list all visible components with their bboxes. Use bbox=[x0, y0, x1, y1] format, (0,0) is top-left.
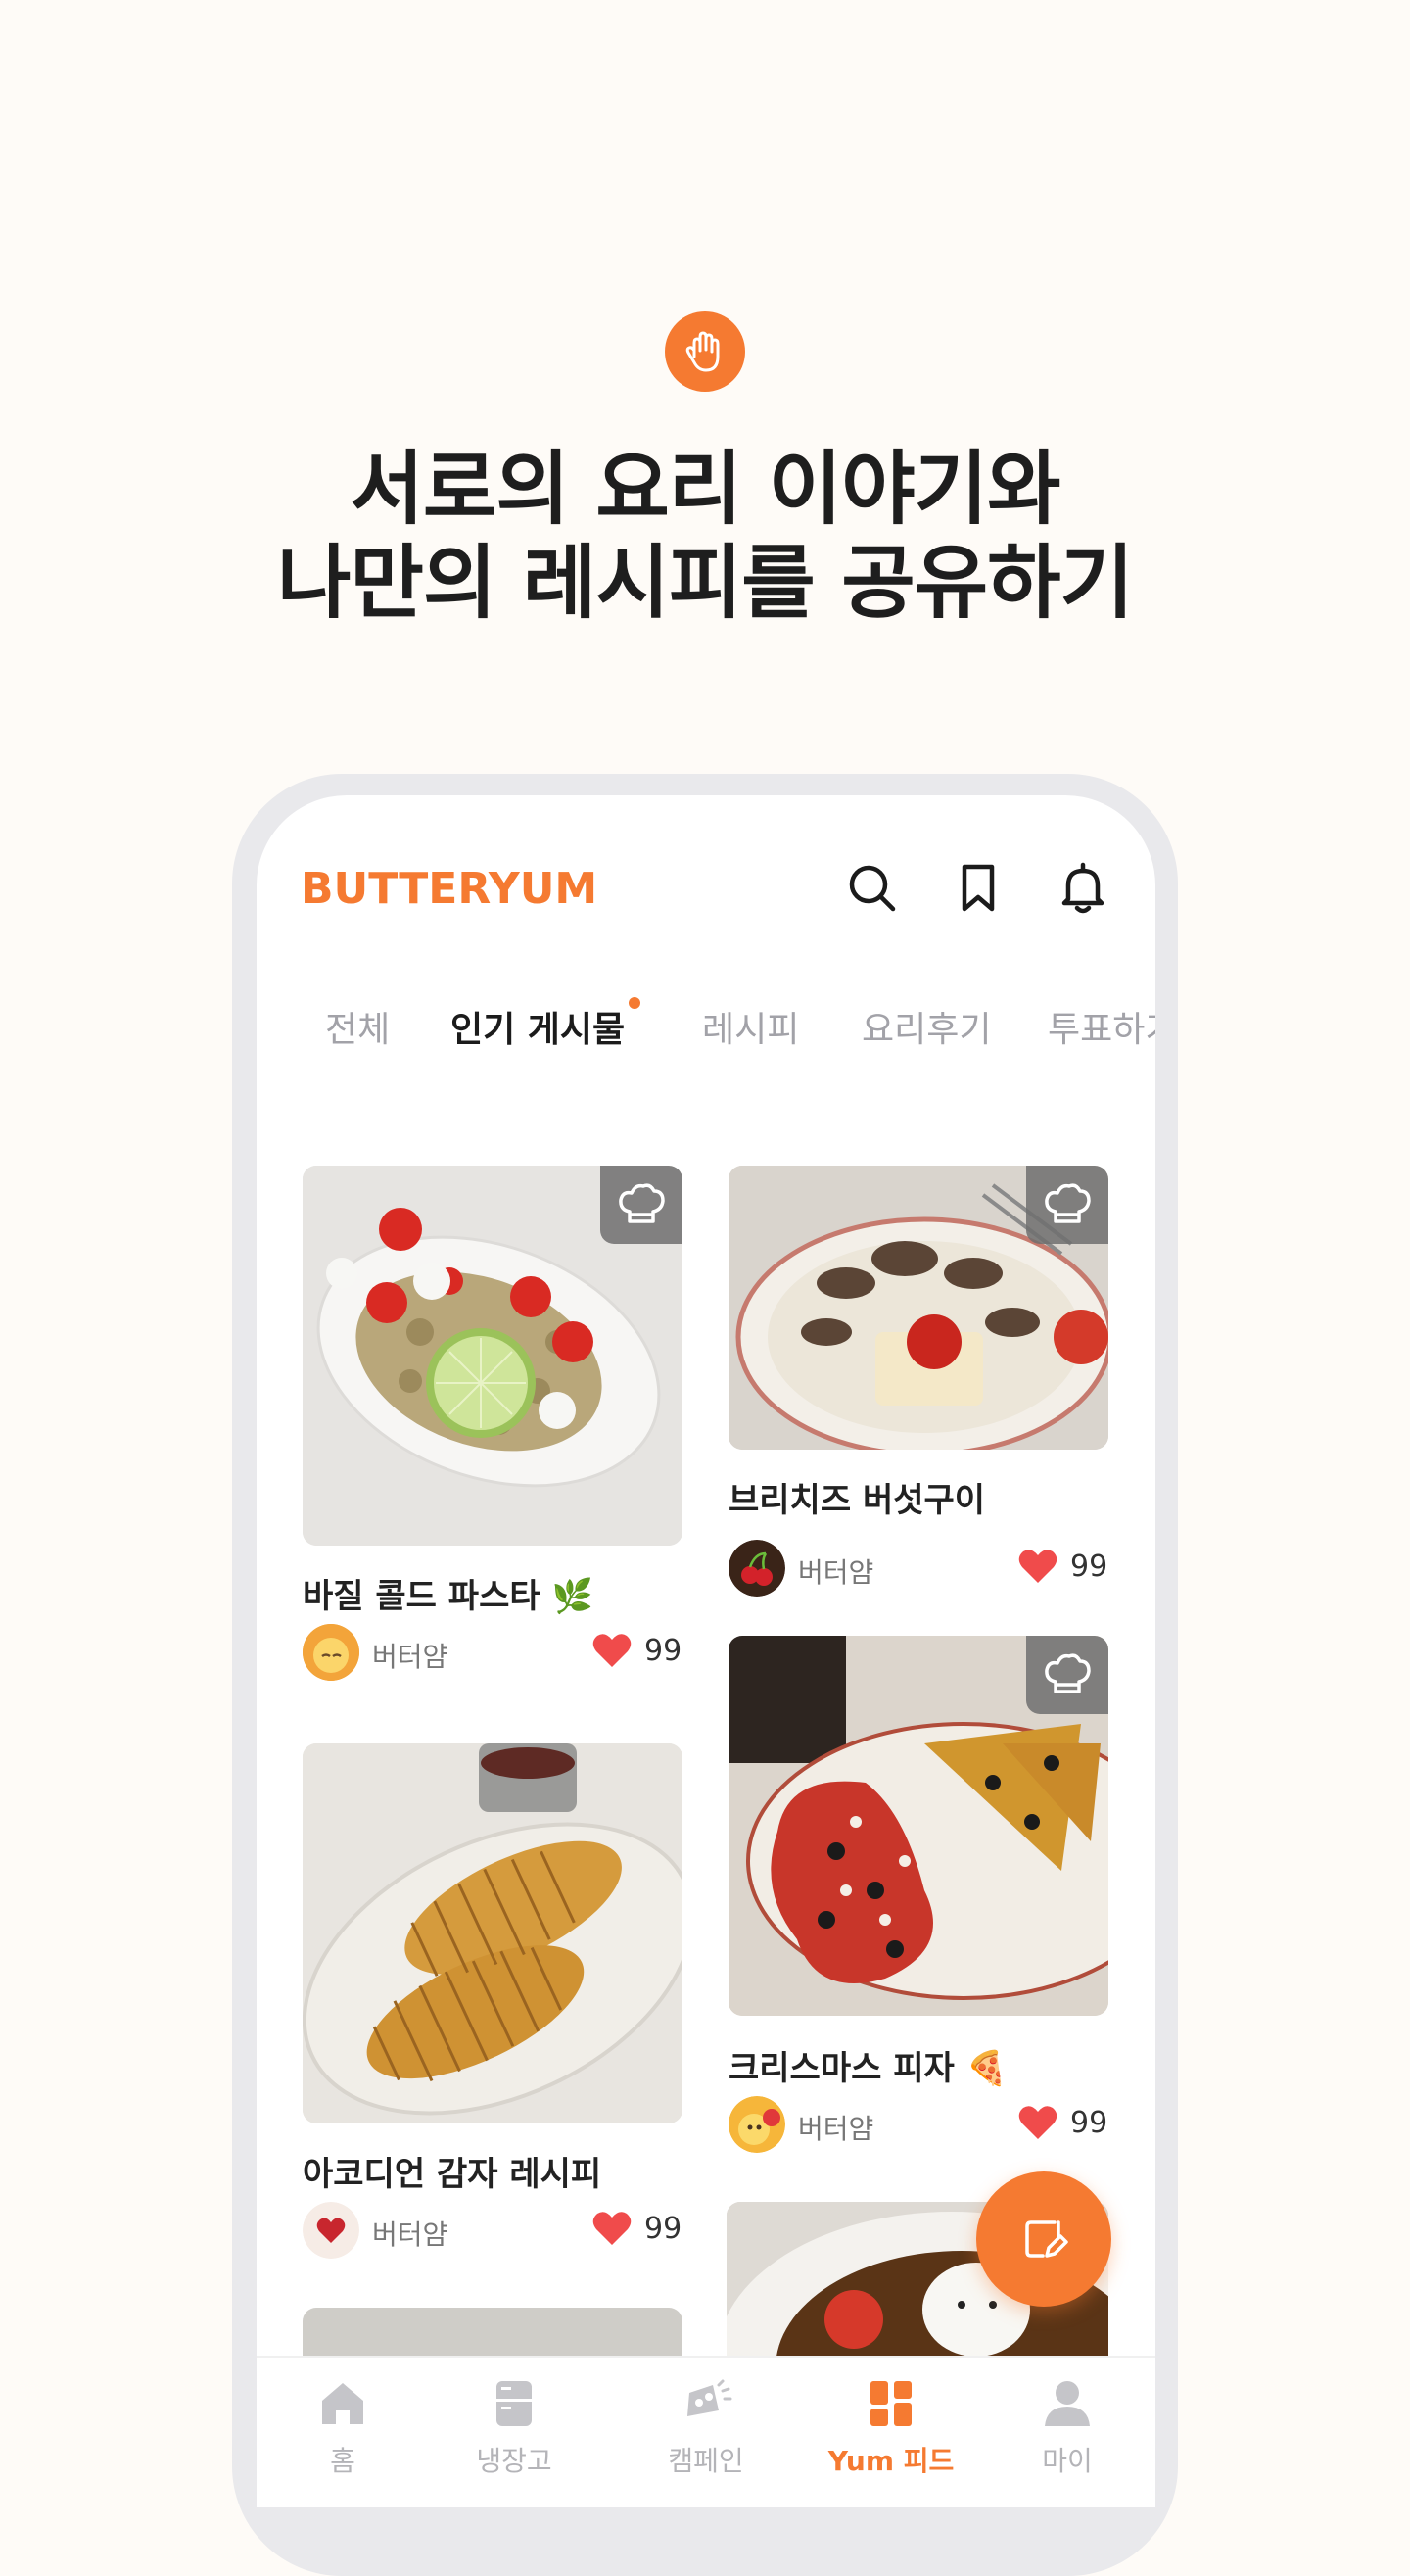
profile-icon bbox=[1045, 2381, 1090, 2426]
like-number: 99 bbox=[1070, 1549, 1108, 1584]
nav-label: Yum 피드 bbox=[827, 2445, 955, 2477]
nav-label: 냉장고 bbox=[476, 2445, 552, 2477]
category-tabs: 전체 인기 게시물 레시피 요리후기 투표하기 bbox=[257, 997, 1155, 1060]
campaign-icon bbox=[687, 2379, 732, 2416]
heart-icon bbox=[1018, 2106, 1058, 2139]
chef-badge bbox=[1026, 1636, 1108, 1714]
app-logo: BUTTERYUM bbox=[301, 864, 598, 914]
app-screen: BUTTERYUM 전체 인기 게시물 레시피 요리후기 투표하기 bbox=[257, 795, 1155, 2507]
hero-title-line2: 나만의 레시피를 공유하기 bbox=[277, 537, 1134, 630]
nav-label: 캠페인 bbox=[668, 2445, 744, 2477]
tab-recipe[interactable]: 레시피 bbox=[702, 1001, 799, 1052]
author-name: 버터얌 bbox=[798, 1556, 874, 1589]
chef-hat-icon bbox=[1045, 1653, 1091, 1693]
heart-icon bbox=[592, 2212, 632, 2245]
bookmark-icon[interactable] bbox=[950, 860, 1007, 917]
post-image-christmas-pizza[interactable] bbox=[728, 1636, 1108, 2016]
like-number: 99 bbox=[644, 1633, 682, 1668]
chef-hat-icon bbox=[1045, 1183, 1091, 1223]
search-icon[interactable] bbox=[844, 860, 901, 917]
write-post-button[interactable] bbox=[976, 2171, 1111, 2307]
like-number: 99 bbox=[1070, 2105, 1108, 2140]
nav-my[interactable]: 마이 bbox=[994, 2377, 1141, 2479]
write-post-icon bbox=[1025, 2220, 1068, 2258]
nav-home[interactable]: 홈 bbox=[269, 2377, 416, 2479]
nav-campaign[interactable]: 캠페인 bbox=[633, 2377, 779, 2479]
post-title[interactable]: 크리스마스 피자 🍕 bbox=[728, 2041, 1008, 2089]
chef-hat-icon bbox=[619, 1183, 665, 1223]
avatar bbox=[728, 1540, 785, 1597]
like-count[interactable]: 99 bbox=[1017, 2104, 1107, 2141]
nav-label: 홈 bbox=[330, 2445, 355, 2477]
like-count[interactable]: 99 bbox=[591, 1632, 682, 1669]
like-number: 99 bbox=[644, 2211, 682, 2246]
post-image-brie-mushroom[interactable] bbox=[728, 1166, 1108, 1450]
avatar bbox=[303, 2202, 359, 2259]
bell-icon[interactable] bbox=[1055, 860, 1111, 917]
chef-badge bbox=[1026, 1166, 1108, 1244]
tab-review[interactable]: 요리후기 bbox=[862, 1001, 991, 1052]
hero-title: 서로의 요리 이야기와 나만의 레시피를 공유하기 bbox=[0, 443, 1410, 631]
nav-fridge[interactable]: 냉장고 bbox=[441, 2377, 588, 2479]
heart-icon bbox=[1018, 1550, 1058, 1583]
post-image-basil-pasta[interactable] bbox=[303, 1166, 682, 1546]
post-title[interactable]: 바질 콜드 파스타 🌿 bbox=[303, 1569, 593, 1617]
bottom-navigation: 홈 냉장고 캠페인 Yum 피드 마이 bbox=[257, 2356, 1155, 2507]
nav-feed[interactable]: Yum 피드 bbox=[818, 2377, 964, 2479]
avatar bbox=[728, 2096, 785, 2153]
post-title[interactable]: 브리치즈 버섯구이 bbox=[728, 1473, 985, 1521]
tab-vote[interactable]: 투표하기 bbox=[1048, 1001, 1155, 1052]
hand-wave-icon bbox=[665, 311, 745, 392]
feed-icon bbox=[870, 2381, 912, 2426]
nav-label: 마이 bbox=[1042, 2445, 1093, 2477]
post-image-accordion-potato[interactable] bbox=[303, 1743, 682, 2123]
tab-all[interactable]: 전체 bbox=[325, 1001, 390, 1052]
like-count[interactable]: 99 bbox=[1017, 1548, 1107, 1585]
author-name: 버터얌 bbox=[372, 1641, 448, 1673]
author-name: 버터얌 bbox=[798, 2113, 874, 2145]
author-name: 버터얌 bbox=[372, 2218, 448, 2251]
heart-icon bbox=[592, 1634, 632, 1667]
new-indicator-dot bbox=[629, 997, 640, 1009]
fridge-icon bbox=[496, 2381, 532, 2426]
hero-title-line1: 서로의 요리 이야기와 bbox=[350, 443, 1060, 536]
chef-badge bbox=[600, 1166, 682, 1244]
like-count[interactable]: 99 bbox=[591, 2210, 682, 2247]
home-icon bbox=[322, 2383, 363, 2424]
avatar bbox=[303, 1624, 359, 1681]
tab-popular[interactable]: 인기 게시물 bbox=[450, 1001, 625, 1052]
post-title[interactable]: 아코디언 감자 레시피 bbox=[303, 2147, 601, 2195]
